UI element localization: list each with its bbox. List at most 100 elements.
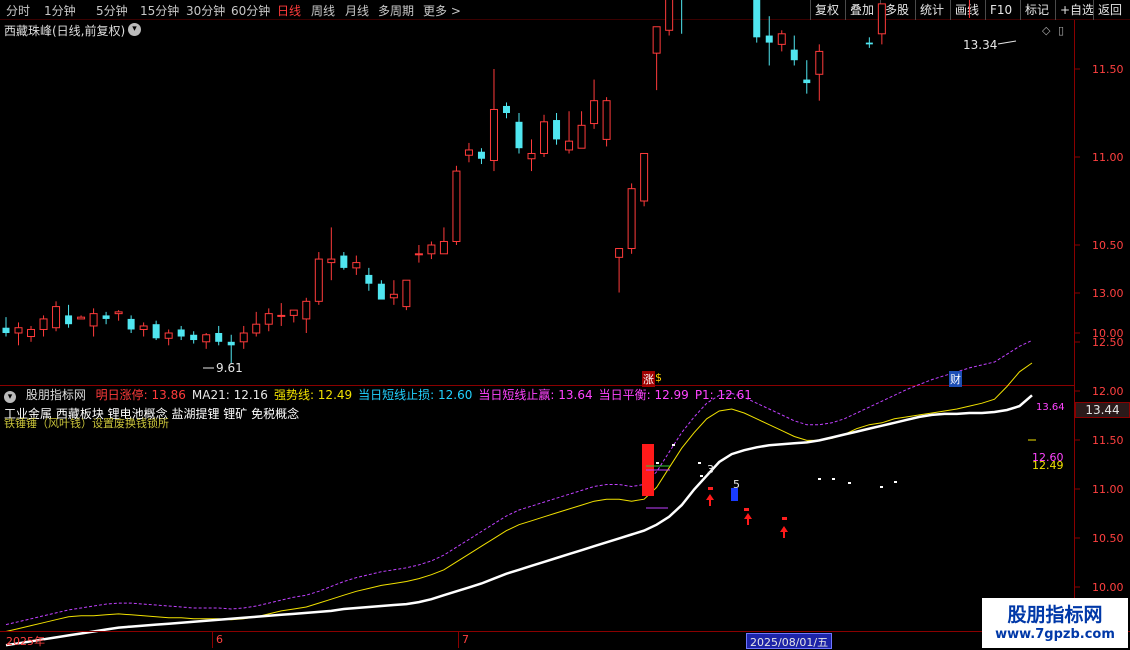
candle-body — [52, 306, 61, 329]
buy-arrow-icon — [780, 526, 788, 538]
candle-body — [164, 332, 173, 339]
candle-body — [615, 248, 624, 258]
date-label-june: 6 — [216, 633, 223, 646]
candle-body — [39, 318, 48, 330]
signal-dot — [708, 487, 713, 490]
candle-body — [102, 315, 110, 319]
indicator-item-6: P1: 12.61 — [694, 388, 752, 402]
candle-body — [627, 188, 636, 250]
candle-body — [27, 328, 36, 338]
candle-body — [340, 255, 348, 268]
candle-body — [414, 253, 423, 256]
sub-axis-label: 10.00 — [1092, 581, 1124, 594]
resistance-line — [5, 339, 1033, 626]
candle-body — [327, 258, 336, 264]
low-price-label: 9.61 — [216, 361, 243, 375]
kline-chart[interactable]: 13.0012.5012.0011.5011.0010.5010.00 13.0… — [0, 0, 1130, 650]
chevron-down-icon[interactable]: ▾ — [4, 391, 16, 403]
indicator-values: 明日涨停: 13.86 MA21: 12.16 强势线: 12.49 当日短线止损: … — [96, 388, 758, 402]
price-axis-label: 11.50 — [1092, 63, 1124, 76]
ma21-line — [5, 394, 1033, 647]
candle-body — [865, 42, 873, 45]
indicator-item-3: 当日短线止损: 12.60 — [358, 388, 473, 402]
candle-body — [352, 262, 361, 269]
indicator-name[interactable]: 股朋指标网 — [26, 388, 86, 402]
signal-tick — [656, 462, 659, 464]
sub-axis-label: 12.50 — [1092, 336, 1124, 349]
candle-body — [515, 121, 523, 149]
candle-body — [452, 170, 461, 242]
candle-body — [427, 244, 436, 255]
candle-body — [377, 283, 385, 300]
signal-count-5: 5 — [733, 478, 740, 491]
strong-line-label: 12.49 — [1032, 459, 1064, 472]
signal-tick — [880, 486, 883, 488]
signal-count-3: 3 — [707, 463, 714, 476]
date-label-year: 2025年 — [6, 635, 45, 648]
sub-axis-label: 10.50 — [1092, 532, 1124, 545]
signal-dot — [744, 508, 749, 511]
candle-body — [190, 334, 198, 341]
sub-axis-label: 11.50 — [1092, 434, 1124, 447]
indicator-note: 铁锤锤（风叶钱）设置废换钱锁所 — [4, 417, 169, 430]
indicator-item-2: 强势线: 12.49 — [273, 388, 353, 402]
candle-body — [14, 327, 23, 334]
candle-body — [389, 293, 398, 299]
candle-body — [577, 124, 586, 149]
candle-body — [89, 313, 98, 327]
high-price-label: 13.34 — [963, 38, 998, 52]
finance-marker: 财 — [949, 371, 962, 387]
signal-tick — [832, 478, 835, 480]
candle-body — [803, 79, 811, 84]
candle-body — [439, 240, 448, 255]
candle-body — [264, 313, 273, 325]
candle-body — [489, 108, 498, 162]
candle-body — [553, 120, 561, 140]
candle-body — [477, 151, 485, 159]
candle-body — [289, 309, 298, 316]
buy-arrow-icon — [744, 513, 752, 525]
candle-body — [402, 279, 411, 308]
candle-body — [790, 49, 798, 61]
date-tick — [212, 632, 213, 648]
signal-dot — [782, 517, 787, 520]
candle-body — [877, 3, 886, 35]
candle-body — [602, 100, 611, 140]
candle-body — [652, 26, 661, 54]
candle-body — [502, 105, 510, 113]
signal-tick — [698, 462, 701, 464]
dollar-marker: $ — [655, 371, 662, 384]
candle-body — [215, 333, 223, 342]
indicator-item-0: 明日涨停: 13.86 — [95, 388, 186, 402]
cursor-date-label: 2025/08/01/五 — [746, 633, 833, 649]
watermark-title: 股朋指标网 — [1007, 604, 1103, 626]
buy-arrow-icon — [706, 494, 714, 506]
candle-body — [765, 35, 773, 43]
candle-body — [227, 341, 235, 346]
candle-body — [815, 50, 824, 75]
candle-body — [127, 318, 135, 330]
candle-body — [177, 329, 185, 337]
candle-body — [527, 152, 536, 160]
date-tick — [458, 632, 459, 648]
sub-axis-value-box: 13.44 — [1075, 402, 1130, 418]
signal-tick — [700, 475, 703, 477]
indicator-header: ▾ 股朋指标网 明日涨停: 13.86 MA21: 12.16 强势线: 12.49… — [0, 386, 1074, 403]
price-axis-label: 11.00 — [1092, 151, 1124, 164]
candle-body — [77, 316, 86, 320]
watermark-url: www.7gpzb.com — [995, 627, 1115, 642]
sub-axis-label: 13.00 — [1092, 287, 1124, 300]
candle-body — [277, 314, 286, 317]
candle-body — [252, 323, 261, 334]
candle-body — [540, 121, 549, 154]
signal-tick — [818, 478, 821, 480]
candle-body — [565, 140, 574, 151]
top-line-label: 13.64 — [1036, 402, 1065, 413]
signal-tick — [672, 444, 675, 446]
indicator-item-1: MA21: 12.16 — [191, 388, 268, 402]
sub-axis-label: 11.00 — [1092, 483, 1124, 496]
candle-body — [139, 325, 148, 330]
indicator-item-5: 当日平衡: 12.99 — [598, 388, 689, 402]
candle-body — [464, 149, 473, 156]
candle-body — [365, 274, 373, 284]
